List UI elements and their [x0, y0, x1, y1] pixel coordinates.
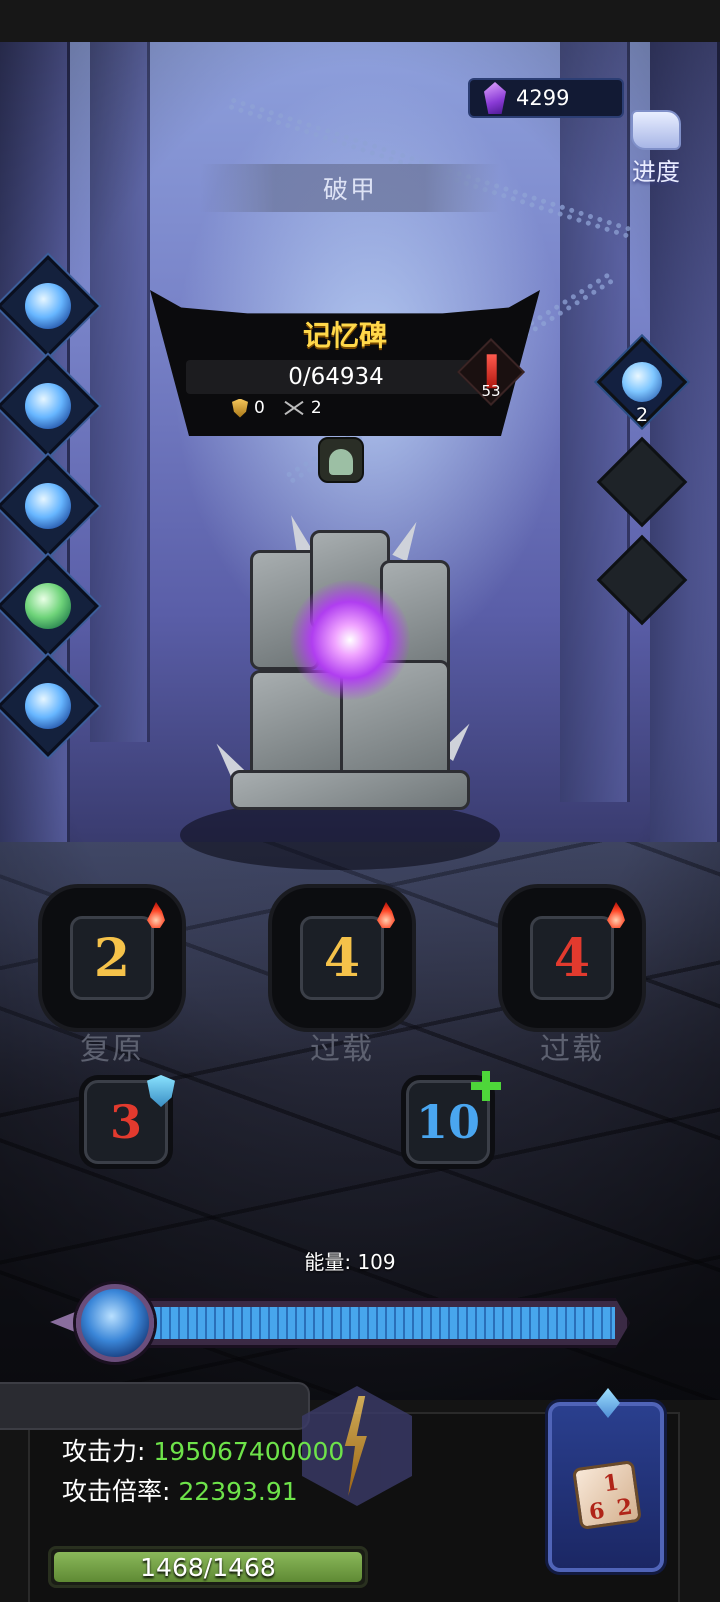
armor-shield-icon — [232, 398, 248, 418]
boss-hp-text: 0/64934 — [288, 364, 384, 390]
gem-amount: 4299 — [516, 86, 570, 110]
boss-pierce-value: 2 — [310, 398, 322, 418]
dice-cube-icon: 1 6 2 — [571, 1459, 643, 1531]
dice-slot-label: 复原 — [80, 1032, 144, 1067]
boss-attack-badge[interactable]: 53 — [457, 338, 525, 418]
purple-gem-icon — [484, 82, 506, 114]
hud-top-bar — [0, 1382, 310, 1430]
bonus-die[interactable]: 10 — [406, 1071, 501, 1164]
orb-count: 2 — [635, 404, 649, 426]
boss-name: 记忆碑 — [302, 319, 387, 352]
die-value: 10 — [415, 1095, 480, 1149]
energy-bar — [140, 1298, 630, 1348]
crossed-swords-icon — [283, 399, 305, 417]
memory-stele-boss[interactable] — [209, 512, 477, 820]
energy-label: 能量: 109 — [304, 1250, 396, 1274]
scroll-icon — [631, 110, 681, 150]
die-value: 2 — [70, 916, 154, 1000]
boss-armor-value: 0 — [254, 398, 265, 418]
debuff-banner: 破甲 — [200, 164, 500, 212]
plus-icon — [471, 1071, 501, 1101]
progress-label: 进度 — [632, 158, 680, 186]
multiplier-stat: 攻击倍率: 22393.91 — [62, 1472, 298, 1508]
attack-value: 195067400000 — [153, 1437, 345, 1466]
purple-crack-glow — [290, 580, 410, 700]
multiplier-label: 攻击倍率: — [62, 1477, 171, 1506]
dice-slot-label: 过载 — [310, 1032, 374, 1067]
player-hp-text: 1468/1468 — [140, 1552, 276, 1582]
attack-label: 攻击力: — [62, 1437, 146, 1466]
shield-die[interactable]: 3 — [84, 1075, 175, 1164]
player-hp-bar: 1468/1468 — [48, 1546, 368, 1588]
die-value: 3 — [109, 1095, 142, 1149]
energy-fill — [153, 1307, 615, 1339]
boss-attack-value: 53 — [481, 382, 501, 400]
multiplier-value: 22393.91 — [178, 1477, 298, 1506]
die-value: 4 — [530, 916, 614, 1000]
stone-base — [230, 770, 470, 810]
die-value: 4 — [300, 916, 384, 1000]
boss-hp-bar: 0/64934 — [186, 360, 486, 394]
progress-button[interactable]: 进度 — [620, 110, 692, 192]
dice-slot-3[interactable]: 4 — [502, 888, 642, 1028]
dice-slot-label: 过载 — [540, 1032, 604, 1067]
ghost-tombstone-icon[interactable] — [318, 437, 364, 483]
dice-card-button[interactable]: 1 6 2 — [548, 1388, 664, 1572]
swirl-orb-icon[interactable] — [76, 1284, 154, 1362]
crystal-orb-icon — [622, 362, 662, 402]
dice-slot-2[interactable]: 4 — [272, 888, 412, 1028]
gem-counter[interactable]: 4299 — [468, 78, 624, 118]
boss-stats: 0 2 — [232, 398, 322, 418]
dice-slot-1[interactable]: 2 — [42, 888, 182, 1028]
spike — [392, 518, 424, 562]
status-bar — [0, 0, 720, 42]
attack-stat: 攻击力: 195067400000 — [62, 1432, 344, 1468]
